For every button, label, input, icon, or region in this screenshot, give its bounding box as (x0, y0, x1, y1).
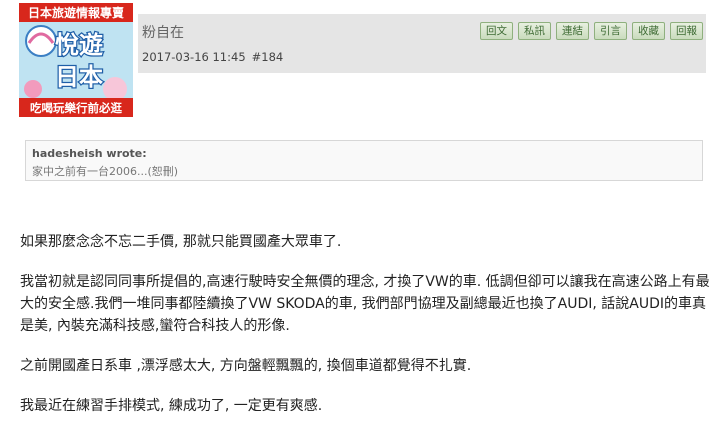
quote-excerpt[interactable]: 家中之前有一台2006...(恕刪) (32, 163, 178, 179)
favorite-button[interactable]: 收藏 (632, 22, 665, 40)
quote-button[interactable]: 引言 (594, 22, 627, 40)
action-buttons: 回文 私訊 連結 引言 收藏 回報 (480, 22, 703, 40)
avatar[interactable]: 日本旅遊情報專賣 悅遊 日本 吃喝玩樂行前必逛 (19, 3, 133, 117)
post-number[interactable]: #184 (252, 50, 284, 64)
post-body: 如果那麼念念不忘二手價, 那就只能買國產大眾車了. 我當初就是認同同事所提倡的,… (20, 231, 712, 435)
avatar-title-2: 日本 (55, 63, 103, 91)
quote-author: hadesheish wrote: (32, 147, 147, 160)
post-paragraph: 我當初就是認同同事所提倡的,高速行駛時安全無價的理念, 才換了VW的車. 低調但… (20, 274, 710, 334)
post-date: 2017-03-16 11:45 (142, 50, 246, 64)
avatar-footer-text: 吃喝玩樂行前必逛 (30, 101, 122, 115)
avatar-title-1: 悅遊 (55, 31, 103, 59)
post-paragraph: 我最近在練習手排模式, 練成功了, 一定更有爽感. (20, 398, 323, 414)
link-button[interactable]: 連結 (556, 22, 589, 40)
post-paragraph: 如果那麼念念不忘二手價, 那就只能買國產大眾車了. (20, 234, 342, 250)
post-header: 粉自在 2017-03-16 11:45 #184 回文 私訊 連結 引言 收藏 … (138, 14, 706, 73)
report-button[interactable]: 回報 (670, 22, 703, 40)
post-paragraph: 之前開國產日系車 ,漂浮感太大, 方向盤輕飄飄的, 換個車道都覺得不扎實. (20, 358, 472, 374)
reply-button[interactable]: 回文 (480, 22, 513, 40)
private-message-button[interactable]: 私訊 (518, 22, 551, 40)
post-meta: 2017-03-16 11:45 #184 (142, 50, 283, 64)
username[interactable]: 粉自在 (142, 22, 184, 42)
avatar-banner-text: 日本旅遊情報專賣 (28, 5, 125, 20)
quote-box: hadesheish wrote: 家中之前有一台2006...(恕刪) (25, 140, 703, 181)
